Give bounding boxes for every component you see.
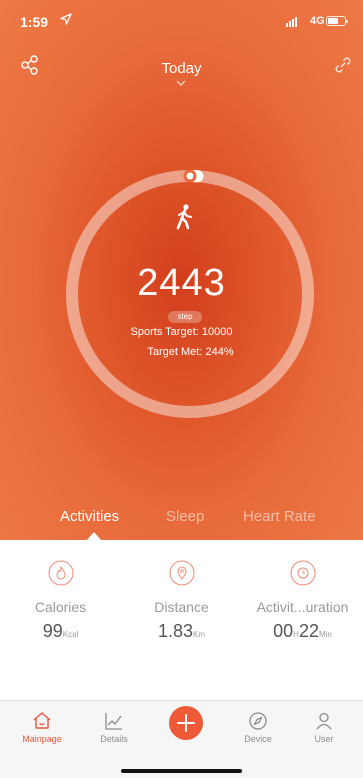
user-icon bbox=[316, 712, 332, 730]
location-pin-icon bbox=[169, 560, 194, 586]
category-tabs: Activities Sleep Heart Rate bbox=[0, 508, 363, 540]
walking-person-icon bbox=[176, 204, 192, 230]
home-icon bbox=[33, 712, 51, 729]
metric-label: Distance bbox=[154, 599, 209, 615]
nav-label: User bbox=[314, 734, 334, 744]
distance-unit: Km bbox=[193, 630, 206, 639]
duration-minutes: 22 bbox=[298, 621, 319, 641]
tab-activities[interactable]: Activities bbox=[60, 508, 119, 525]
duration-minutes-unit: Min bbox=[318, 630, 332, 639]
chart-icon bbox=[105, 713, 122, 730]
network-type: 4G bbox=[310, 15, 325, 27]
metric-value: 1.83Km bbox=[121, 621, 242, 642]
nav-details[interactable]: Details bbox=[84, 711, 144, 744]
activity-hero: 1:59 4G Today 2443 step Sports Target: 1… bbox=[0, 0, 363, 540]
distance-value: 1.83 bbox=[157, 621, 194, 641]
nav-device[interactable]: Device bbox=[228, 711, 288, 744]
metric-calories[interactable]: Calories 99Kcal bbox=[0, 560, 121, 642]
active-tab-pointer bbox=[87, 532, 101, 540]
nav-label: Device bbox=[244, 734, 272, 744]
location-arrow-icon bbox=[60, 13, 72, 25]
nav-mainpage[interactable]: Mainpage bbox=[12, 711, 72, 744]
status-bar: 1:59 4G bbox=[0, 0, 363, 40]
date-selector[interactable]: Today bbox=[0, 60, 363, 77]
signal-strength-icon bbox=[286, 17, 297, 27]
metric-activity-duration[interactable]: Activit...uration 00H22Min bbox=[242, 560, 363, 642]
metric-value: 99Kcal bbox=[0, 621, 121, 642]
battery-icon bbox=[326, 16, 348, 26]
nav-label: Mainpage bbox=[22, 734, 62, 744]
calories-value: 99 bbox=[42, 621, 63, 641]
metric-label: Activit...uration bbox=[256, 599, 349, 615]
tab-sleep[interactable]: Sleep bbox=[166, 508, 204, 525]
link-icon[interactable] bbox=[333, 55, 353, 75]
clock-icon bbox=[290, 560, 315, 586]
chevron-down-icon[interactable] bbox=[176, 80, 186, 86]
compass-icon bbox=[249, 712, 267, 730]
metric-value: 00H22Min bbox=[242, 621, 363, 642]
home-indicator bbox=[121, 769, 242, 773]
duration-hours: 00 bbox=[273, 621, 294, 641]
metric-distance[interactable]: Distance 1.83Km bbox=[121, 560, 242, 642]
status-time: 1:59 bbox=[20, 14, 49, 30]
nav-user[interactable]: User bbox=[294, 711, 354, 744]
add-button[interactable] bbox=[169, 706, 203, 740]
activity-metrics: Calories 99Kcal Distance 1.83Km Activit.… bbox=[0, 540, 363, 700]
step-count: 2443 bbox=[137, 262, 226, 304]
nav-label: Details bbox=[100, 734, 128, 744]
metric-label: Calories bbox=[34, 599, 87, 615]
app-screen: 1:59 4G Today 2443 step Sports Target: 1… bbox=[0, 0, 363, 778]
target-met: Target Met: 244% bbox=[147, 346, 234, 358]
flame-icon bbox=[48, 560, 73, 586]
step-unit-badge: step bbox=[168, 311, 202, 323]
tab-heart-rate[interactable]: Heart Rate bbox=[243, 508, 316, 525]
calories-unit: Kcal bbox=[62, 630, 79, 639]
sports-target: Sports Target: 10000 bbox=[130, 326, 233, 338]
